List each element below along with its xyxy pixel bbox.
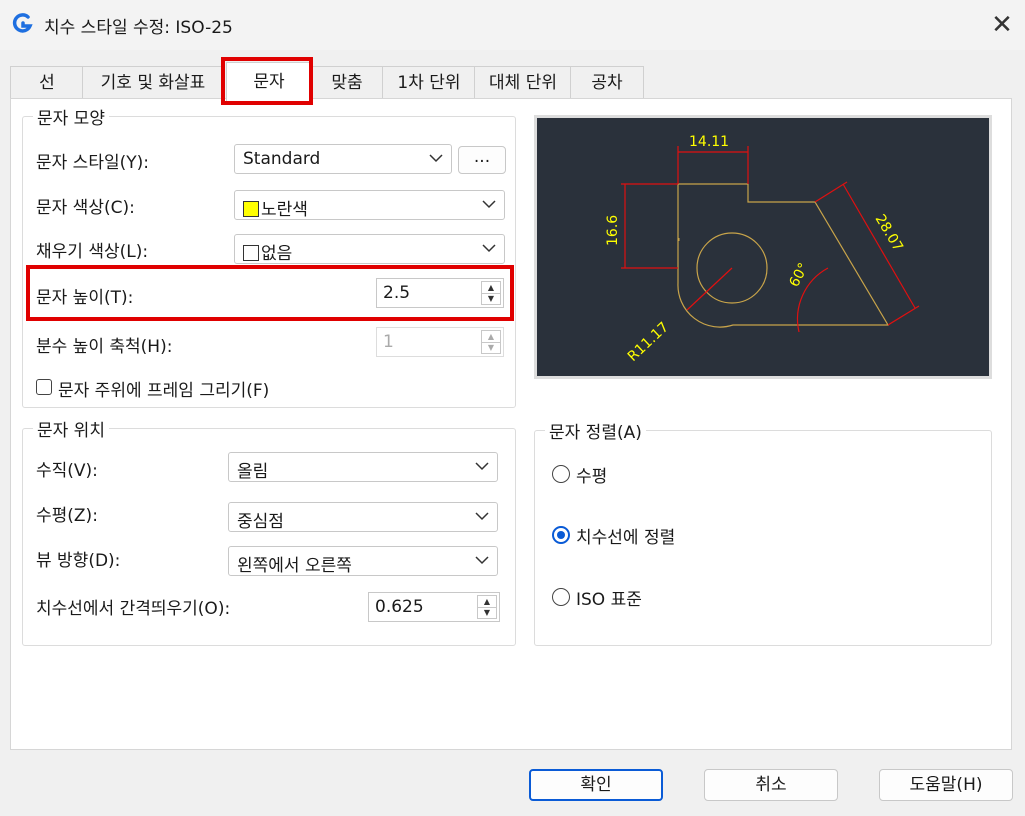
text-alignment-title: 문자 정렬(A) [545, 418, 646, 443]
vertical-dropdown[interactable]: 올림 [228, 452, 498, 482]
tab-fit[interactable]: 맞춤 [310, 66, 384, 99]
chevron-down-icon [482, 200, 496, 209]
cancel-button[interactable]: 취소 [704, 769, 838, 801]
fraction-height-label: 분수 높이 축척(H): [36, 337, 173, 357]
tab-alternate-units[interactable]: 대체 단위 [474, 66, 572, 99]
offset-value[interactable]: 0.625 [375, 597, 424, 617]
tab-primary-units[interactable]: 1차 단위 [382, 66, 476, 99]
app-logo-icon [12, 13, 33, 33]
vertical-label: 수직(V): [36, 461, 98, 481]
spin-down-icon[interactable]: ▼ [478, 607, 496, 618]
chevron-down-icon [475, 556, 489, 565]
offset-spinner[interactable]: 0.625 ▲ ▼ [368, 592, 500, 622]
text-height-value[interactable]: 2.5 [383, 283, 410, 303]
tab-lines[interactable]: 선 [10, 66, 84, 99]
fill-color-label: 채우기 색상(L): [36, 242, 149, 262]
chevron-down-icon [475, 462, 489, 471]
title-bar: 치수 스타일 수정: ISO-25 ✕ [0, 0, 1025, 50]
dimension-preview-drawing: 14.11 16.6 28.07 60° R11.17 [605, 134, 920, 365]
horizontal-label: 수평(Z): [36, 506, 98, 526]
view-direction-value: 왼쪽에서 오른쪽 [237, 556, 352, 576]
text-color-value: 노란색 [261, 200, 308, 220]
part-outline [677, 183, 890, 328]
fraction-height-value: 1 [383, 332, 394, 352]
offset-label: 치수선에서 간격띄우기(O): [36, 599, 231, 619]
align-dimension-line-label[interactable]: 치수선에 정렬 [576, 523, 675, 548]
align-iso-radio[interactable] [552, 588, 570, 606]
view-direction-label: 뷰 방향(D): [36, 551, 121, 571]
horizontal-dropdown[interactable]: 중심점 [228, 502, 498, 532]
draw-frame-checkbox[interactable] [36, 379, 52, 395]
align-horizontal-label[interactable]: 수평 [576, 462, 607, 487]
window-title: 치수 스타일 수정: ISO-25 [44, 18, 233, 38]
ok-button[interactable]: 확인 [529, 769, 663, 801]
text-style-browse-button[interactable]: ... [458, 146, 506, 174]
preview-canvas: 14.11 16.6 28.07 60° R11.17 [534, 115, 992, 379]
empty-swatch-icon [243, 245, 259, 261]
vertical-value: 올림 [237, 462, 269, 482]
fill-color-dropdown[interactable]: 없음 [234, 234, 505, 264]
text-color-label: 문자 색상(C): [36, 198, 135, 218]
draw-frame-label[interactable]: 문자 주위에 프레임 그리기(F) [58, 376, 269, 401]
spin-down-icon: ▼ [487, 343, 495, 352]
preview-dim-left: 16.6 [605, 215, 621, 246]
close-icon[interactable]: ✕ [985, 8, 1019, 42]
text-height-label: 문자 높이(T): [36, 288, 134, 308]
view-direction-dropdown[interactable]: 왼쪽에서 오른쪽 [228, 546, 498, 576]
tab-symbols-arrows[interactable]: 기호 및 화살표 [82, 66, 224, 99]
tab-bar: 선 기호 및 화살표 문자 맞춤 1차 단위 대체 단위 공차 [10, 62, 1010, 101]
text-style-value: Standard [243, 149, 321, 169]
horizontal-value: 중심점 [237, 512, 284, 532]
spin-down-icon[interactable]: ▼ [482, 293, 500, 304]
text-placement-title: 문자 위치 [33, 416, 109, 441]
preview-dim-diagonal: 28.07 [872, 212, 906, 255]
preview-dim-top: 14.11 [689, 134, 729, 150]
preview-dim-radius: R11.17 [625, 319, 672, 365]
align-iso-label[interactable]: ISO 표준 [576, 585, 642, 610]
chevron-down-icon [429, 154, 443, 163]
align-dimension-line-radio[interactable] [552, 526, 570, 544]
text-style-label: 문자 스타일(Y): [36, 153, 149, 173]
tab-text[interactable]: 문자 [226, 62, 312, 101]
chevron-down-icon [482, 244, 496, 253]
fraction-height-spinner: 1 ▲ ▼ [376, 327, 504, 357]
text-style-dropdown[interactable]: Standard [234, 144, 452, 174]
text-appearance-title: 문자 모양 [33, 104, 109, 129]
align-horizontal-radio[interactable] [552, 465, 570, 483]
fill-color-value: 없음 [261, 244, 293, 264]
yellow-swatch-icon [243, 201, 259, 217]
tab-tolerances[interactable]: 공차 [570, 66, 644, 99]
chevron-down-icon [475, 512, 489, 521]
help-button[interactable]: 도움말(H) [879, 769, 1013, 801]
text-color-dropdown[interactable]: 노란색 [234, 190, 505, 220]
text-height-spinner[interactable]: 2.5 ▲ ▼ [376, 278, 504, 308]
